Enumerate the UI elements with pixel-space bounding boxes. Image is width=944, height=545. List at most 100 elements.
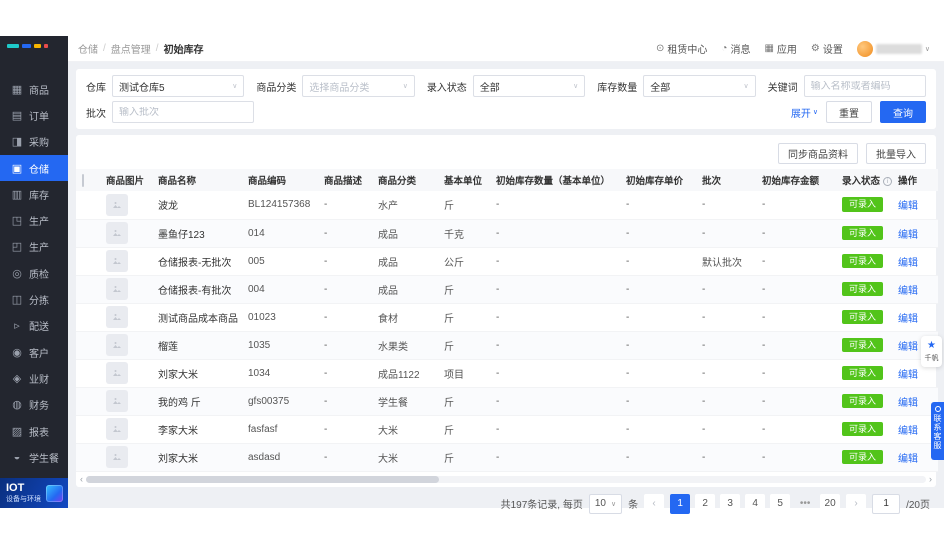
initial-amount: -	[756, 191, 836, 220]
sidebar-item-finance[interactable]: ◍ 财务	[0, 392, 68, 418]
topbar: 仓储 / 盘点管理 / 初始库存 ⊙ 租赁中心 ◔ 消息 ▦ 应用 ⚙ 设置 ∨	[68, 36, 944, 62]
page-ellipsis: •••	[795, 494, 815, 514]
base-unit: 斤	[438, 387, 490, 416]
messages-button[interactable]: ◔ 消息	[721, 41, 750, 56]
reset-button[interactable]: 重置	[826, 101, 872, 123]
initial-stock-table: 商品图片 商品名称 商品编码 商品描述 商品分类 基本单位 初始库存数量（基本单…	[76, 169, 938, 472]
initial-amount: -	[756, 247, 836, 276]
screen: ▦ 商品 ▤ 订单 ◨ 采购 ▣ 仓储 ▥ 库存 ◳ 生产 ◰ 生产 ◎ 质检 …	[0, 0, 944, 545]
col-entry-status: 录入状态 i	[836, 169, 892, 191]
base-unit: 项目	[438, 359, 490, 388]
contact-support-tab[interactable]: 联系客服	[931, 402, 944, 460]
edit-button[interactable]: 编辑	[898, 201, 918, 212]
batch-import-button[interactable]: 批量导入	[866, 143, 926, 164]
edit-button[interactable]: 编辑	[898, 314, 918, 325]
image-icon	[113, 314, 121, 320]
gear-icon: ⚙	[810, 43, 820, 54]
sidebar-item-label: 报表	[29, 427, 49, 439]
row-select-cell	[76, 275, 100, 304]
base-unit: 千克	[438, 219, 490, 248]
product-code: BL124157368	[242, 191, 318, 220]
sidebar-item-delivery[interactable]: ▹ 配送	[0, 313, 68, 339]
sidebar-item-quality[interactable]: ◎ 质检	[0, 260, 68, 286]
next-page-button[interactable]: ›	[846, 493, 867, 514]
scroll-left-icon[interactable]: ‹	[80, 475, 83, 484]
category-select[interactable]: 选择商品分类 ∨	[302, 75, 415, 97]
col-base-unit: 基本单位	[438, 169, 490, 191]
page-5-button[interactable]: 5	[770, 493, 791, 514]
page-3-button[interactable]: 3	[720, 493, 741, 514]
scroll-right-icon[interactable]: ›	[929, 475, 932, 484]
breadcrumb-warehouse[interactable]: 仓储	[78, 41, 98, 56]
edit-button[interactable]: 编辑	[898, 426, 918, 437]
keyword-input[interactable]	[810, 80, 920, 92]
product-name: 墨鱼仔123	[152, 219, 242, 248]
page-jump-input[interactable]	[872, 493, 901, 514]
entry-status-select[interactable]: 全部 ∨	[472, 75, 586, 97]
table-row: 我的鸡 斤 gfs00375 - 学生餐 斤 - - - - 可录入 编辑	[76, 387, 938, 416]
page-title: 初始库存	[163, 45, 204, 56]
stock-qty-select[interactable]: 全部 ∨	[643, 75, 756, 97]
page-4-button[interactable]: 4	[745, 493, 766, 514]
page-20-button[interactable]: 20	[820, 493, 841, 514]
row-select-cell	[76, 219, 100, 248]
edit-button[interactable]: 编辑	[898, 258, 918, 269]
chevron-down-icon: ∨	[610, 500, 617, 508]
sidebar-item-production-2[interactable]: ◰ 生产	[0, 234, 68, 260]
search-button[interactable]: 查询	[880, 101, 926, 123]
sidebar-item-warehouse[interactable]: ▣ 仓储	[0, 154, 68, 182]
sidebar-item-production-1[interactable]: ◳ 生产	[0, 207, 68, 233]
scrollbar-track[interactable]	[86, 476, 926, 483]
edit-button[interactable]: 编辑	[898, 370, 918, 381]
sidebar-item-reports[interactable]: ▨ 报表	[0, 418, 68, 444]
sidebar-item-orders[interactable]: ▤ 订单	[0, 102, 68, 128]
prev-page-button[interactable]: ‹	[644, 493, 665, 514]
edit-button[interactable]: 编辑	[898, 230, 918, 241]
batch-label: 批次	[86, 108, 106, 120]
row-image-cell	[100, 275, 152, 304]
user-menu[interactable]: ∨	[856, 40, 930, 57]
sidebar-item-inventory[interactable]: ▥ 库存	[0, 181, 68, 207]
sync-products-button[interactable]: 同步商品资料	[778, 143, 858, 164]
settings-button[interactable]: ⚙ 设置	[811, 41, 843, 56]
edit-button[interactable]: 编辑	[898, 454, 918, 465]
assistant-widget[interactable]: ★ 千帆	[921, 336, 942, 367]
edit-button[interactable]: 编辑	[898, 398, 918, 409]
messages-label: 消息	[730, 45, 751, 56]
apps-button[interactable]: ▦ 应用	[764, 41, 796, 56]
status-badge: 可录入	[842, 197, 884, 213]
breadcrumb-stocktake[interactable]: 盘点管理	[111, 41, 151, 56]
sidebar-item-student-meal[interactable]: ◒ 学生餐	[0, 444, 68, 470]
expand-filters-link[interactable]: 展开 ∨	[791, 105, 818, 120]
sidebar-item-biz-finance[interactable]: ◈ 业财	[0, 365, 68, 391]
select-all-checkbox[interactable]	[82, 173, 84, 187]
page-2-button[interactable]: 2	[695, 493, 716, 514]
page-size-select[interactable]: 10 ∨	[588, 493, 623, 514]
warehouse-select[interactable]: 测试仓库5 ∨	[112, 75, 245, 97]
image-icon	[113, 370, 121, 376]
sidebar-item-sorting[interactable]: ◫ 分拣	[0, 286, 68, 312]
product-desc: -	[318, 303, 372, 332]
initial-qty: -	[490, 331, 620, 360]
sidebar-item-goods[interactable]: ▦ 商品	[0, 76, 68, 102]
sidebar-item-purchase[interactable]: ◨ 采购	[0, 129, 68, 155]
row-image-cell	[100, 331, 152, 360]
filter-actions: 展开 ∨ 重置 查询	[791, 101, 926, 123]
warehouse-label: 仓库	[86, 82, 106, 94]
action-cell: 编辑	[892, 303, 938, 332]
batch-input[interactable]	[119, 106, 247, 118]
edit-button[interactable]: 编辑	[898, 342, 918, 353]
quality-icon: ◎	[12, 267, 22, 280]
image-icon	[113, 398, 121, 404]
scrollbar-thumb[interactable]	[86, 476, 439, 483]
rental-center-button[interactable]: ⊙ 租赁中心	[656, 41, 707, 56]
info-icon[interactable]: i	[883, 176, 892, 186]
edit-button[interactable]: 编辑	[898, 286, 918, 297]
initial-qty: -	[490, 275, 620, 304]
initial-amount: -	[756, 303, 836, 332]
batch: -	[696, 219, 756, 248]
category-label: 商品分类	[256, 82, 297, 94]
sidebar-item-customers[interactable]: ◉ 客户	[0, 339, 68, 365]
row-image-cell	[100, 219, 152, 248]
page-1-button[interactable]: 1	[670, 493, 691, 514]
